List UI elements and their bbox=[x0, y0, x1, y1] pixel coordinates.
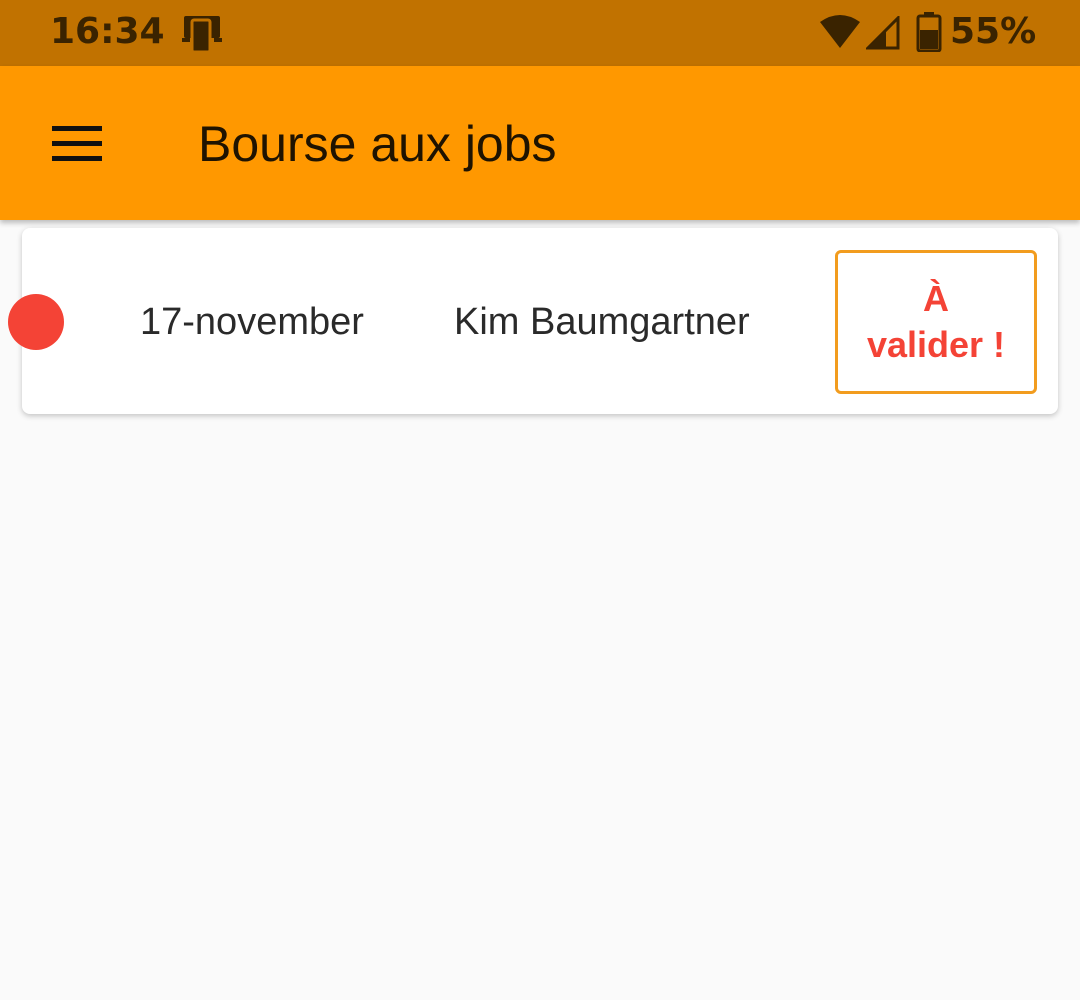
status-indicator-dot bbox=[8, 294, 64, 350]
job-date: 17-november bbox=[140, 301, 364, 343]
page-title: Bourse aux jobs bbox=[198, 116, 557, 172]
job-list-item[interactable]: 17-november Kim Baumgartner À valider ! bbox=[8, 228, 1058, 414]
validate-button[interactable]: À valider ! bbox=[835, 250, 1037, 394]
job-person-name: Kim Baumgartner bbox=[454, 301, 750, 343]
validate-button-label: À valider ! bbox=[866, 278, 1006, 365]
cell-signal-icon bbox=[864, 14, 900, 50]
hamburger-menu-icon bbox=[52, 126, 102, 161]
menu-button[interactable] bbox=[34, 106, 120, 182]
battery-percentage: 55% bbox=[950, 11, 1037, 52]
battery-icon bbox=[916, 12, 942, 53]
wifi-icon bbox=[818, 14, 862, 50]
status-bar: 16:34 55% bbox=[0, 0, 1080, 66]
app-bar: Bourse aux jobs bbox=[0, 66, 1080, 220]
status-time: 16:34 bbox=[50, 11, 165, 52]
notification-device-icon bbox=[180, 14, 224, 54]
